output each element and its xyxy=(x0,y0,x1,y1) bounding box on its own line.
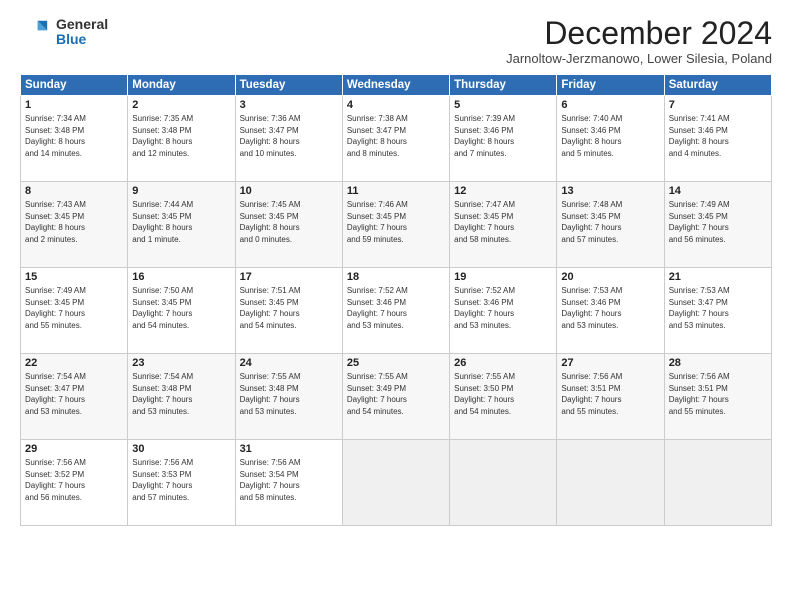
day-1: 1 Sunrise: 7:34 AMSunset: 3:48 PMDayligh… xyxy=(21,96,128,182)
location-subtitle: Jarnoltow-Jerzmanowo, Lower Silesia, Pol… xyxy=(506,51,772,66)
day-28: 28 Sunrise: 7:56 AMSunset: 3:51 PMDaylig… xyxy=(664,354,771,440)
col-wednesday: Wednesday xyxy=(342,75,449,96)
day-24: 24 Sunrise: 7:55 AMSunset: 3:48 PMDaylig… xyxy=(235,354,342,440)
col-friday: Friday xyxy=(557,75,664,96)
day-30: 30 Sunrise: 7:56 AMSunset: 3:53 PMDaylig… xyxy=(128,440,235,526)
calendar-table: Sunday Monday Tuesday Wednesday Thursday… xyxy=(20,74,772,526)
logo-blue-text: Blue xyxy=(56,32,108,47)
header: General Blue December 2024 Jarnoltow-Jer… xyxy=(20,16,772,66)
day-19: 19 Sunrise: 7:52 AMSunset: 3:46 PMDaylig… xyxy=(450,268,557,354)
day-5: 5 Sunrise: 7:39 AMSunset: 3:46 PMDayligh… xyxy=(450,96,557,182)
col-tuesday: Tuesday xyxy=(235,75,342,96)
month-title: December 2024 xyxy=(506,16,772,51)
day-20: 20 Sunrise: 7:53 AMSunset: 3:46 PMDaylig… xyxy=(557,268,664,354)
col-monday: Monday xyxy=(128,75,235,96)
page: General Blue December 2024 Jarnoltow-Jer… xyxy=(0,0,792,612)
col-saturday: Saturday xyxy=(664,75,771,96)
day-16: 16 Sunrise: 7:50 AMSunset: 3:45 PMDaylig… xyxy=(128,268,235,354)
day-8: 8 Sunrise: 7:43 AMSunset: 3:45 PMDayligh… xyxy=(21,182,128,268)
week-row-4: 22 Sunrise: 7:54 AMSunset: 3:47 PMDaylig… xyxy=(21,354,772,440)
day-13: 13 Sunrise: 7:48 AMSunset: 3:45 PMDaylig… xyxy=(557,182,664,268)
day-29: 29 Sunrise: 7:56 AMSunset: 3:52 PMDaylig… xyxy=(21,440,128,526)
day-4: 4 Sunrise: 7:38 AMSunset: 3:47 PMDayligh… xyxy=(342,96,449,182)
day-11: 11 Sunrise: 7:46 AMSunset: 3:45 PMDaylig… xyxy=(342,182,449,268)
week-row-5: 29 Sunrise: 7:56 AMSunset: 3:52 PMDaylig… xyxy=(21,440,772,526)
day-3: 3 Sunrise: 7:36 AMSunset: 3:47 PMDayligh… xyxy=(235,96,342,182)
day-9: 9 Sunrise: 7:44 AMSunset: 3:45 PMDayligh… xyxy=(128,182,235,268)
title-block: December 2024 Jarnoltow-Jerzmanowo, Lowe… xyxy=(506,16,772,66)
day-25: 25 Sunrise: 7:55 AMSunset: 3:49 PMDaylig… xyxy=(342,354,449,440)
week-row-3: 15 Sunrise: 7:49 AMSunset: 3:45 PMDaylig… xyxy=(21,268,772,354)
calendar-header-row: Sunday Monday Tuesday Wednesday Thursday… xyxy=(21,75,772,96)
day-6: 6 Sunrise: 7:40 AMSunset: 3:46 PMDayligh… xyxy=(557,96,664,182)
logo: General Blue xyxy=(20,16,108,48)
logo-icon xyxy=(20,16,52,48)
empty-cell-3 xyxy=(557,440,664,526)
day-27: 27 Sunrise: 7:56 AMSunset: 3:51 PMDaylig… xyxy=(557,354,664,440)
empty-cell-4 xyxy=(664,440,771,526)
col-sunday: Sunday xyxy=(21,75,128,96)
empty-cell-1 xyxy=(342,440,449,526)
day-7: 7 Sunrise: 7:41 AMSunset: 3:46 PMDayligh… xyxy=(664,96,771,182)
day-10: 10 Sunrise: 7:45 AMSunset: 3:45 PMDaylig… xyxy=(235,182,342,268)
day-31: 31 Sunrise: 7:56 AMSunset: 3:54 PMDaylig… xyxy=(235,440,342,526)
day-18: 18 Sunrise: 7:52 AMSunset: 3:46 PMDaylig… xyxy=(342,268,449,354)
day-21: 21 Sunrise: 7:53 AMSunset: 3:47 PMDaylig… xyxy=(664,268,771,354)
logo-text: General Blue xyxy=(56,17,108,48)
day-12: 12 Sunrise: 7:47 AMSunset: 3:45 PMDaylig… xyxy=(450,182,557,268)
week-row-1: 1 Sunrise: 7:34 AMSunset: 3:48 PMDayligh… xyxy=(21,96,772,182)
day-23: 23 Sunrise: 7:54 AMSunset: 3:48 PMDaylig… xyxy=(128,354,235,440)
day-2: 2 Sunrise: 7:35 AMSunset: 3:48 PMDayligh… xyxy=(128,96,235,182)
day-17: 17 Sunrise: 7:51 AMSunset: 3:45 PMDaylig… xyxy=(235,268,342,354)
day-14: 14 Sunrise: 7:49 AMSunset: 3:45 PMDaylig… xyxy=(664,182,771,268)
empty-cell-2 xyxy=(450,440,557,526)
day-15: 15 Sunrise: 7:49 AMSunset: 3:45 PMDaylig… xyxy=(21,268,128,354)
day-22: 22 Sunrise: 7:54 AMSunset: 3:47 PMDaylig… xyxy=(21,354,128,440)
col-thursday: Thursday xyxy=(450,75,557,96)
week-row-2: 8 Sunrise: 7:43 AMSunset: 3:45 PMDayligh… xyxy=(21,182,772,268)
logo-general-text: General xyxy=(56,17,108,32)
day-26: 26 Sunrise: 7:55 AMSunset: 3:50 PMDaylig… xyxy=(450,354,557,440)
